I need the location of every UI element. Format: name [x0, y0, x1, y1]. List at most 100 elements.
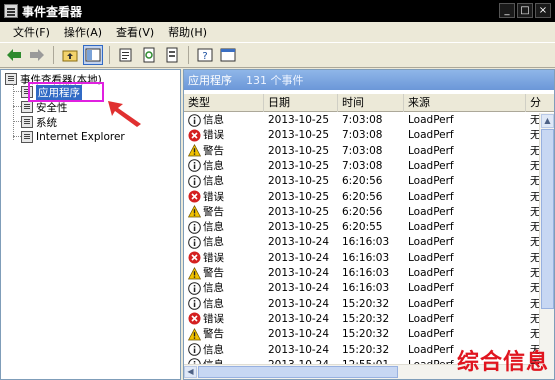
cell-type: 错误 — [188, 312, 224, 327]
show-tree-icon[interactable] — [83, 45, 103, 65]
tree-item-security[interactable]: 安全性 — [21, 100, 68, 114]
table-row[interactable]: 错误 2013-10-25 6:20:56 LoadPerf 无 — [184, 190, 541, 205]
properties-icon[interactable] — [116, 45, 136, 65]
cell-source: LoadPerf — [408, 328, 454, 341]
cell-type-label: 信息 — [203, 114, 224, 126]
table-row[interactable]: 信息 2013-10-24 15:20:32 LoadPerf 无 — [184, 297, 541, 312]
help-icon[interactable]: ? — [195, 45, 215, 65]
cell-time: 7:03:08 — [342, 114, 383, 126]
cell-source: LoadPerf — [408, 251, 454, 264]
cell-type: 警告 — [188, 205, 224, 220]
scrollbar-thumb[interactable] — [198, 366, 398, 378]
menu-file[interactable]: 文件(F) — [6, 24, 57, 40]
cell-type-label: 信息 — [203, 236, 224, 249]
up-folder-icon[interactable] — [60, 45, 80, 65]
tree-line — [13, 121, 21, 122]
cell-source: LoadPerf — [408, 144, 454, 157]
cell-type-label: 信息 — [203, 282, 224, 295]
cell-time: 15:20:32 — [342, 343, 390, 356]
forward-arrow-icon[interactable] — [27, 45, 47, 65]
cell-time: 6:20:55 — [342, 221, 383, 234]
cell-type: 错误 — [188, 251, 224, 266]
cell-source: LoadPerf — [408, 236, 454, 249]
cell-date: 2013-10-24 — [268, 236, 330, 249]
cell-source: LoadPerf — [408, 129, 454, 142]
warning-icon — [188, 144, 203, 157]
cell-source: LoadPerf — [408, 312, 454, 325]
toolbar-separator — [109, 46, 110, 64]
cell-time: 15:20:32 — [342, 328, 390, 341]
svg-text:?: ? — [202, 51, 207, 62]
menu-help[interactable]: 帮助(H) — [161, 24, 214, 40]
cell-time: 7:03:08 — [342, 144, 383, 157]
menu-action[interactable]: 操作(A) — [57, 24, 109, 40]
cell-time: 16:16:03 — [342, 282, 390, 295]
table-row[interactable]: 警告 2013-10-24 15:20:32 LoadPerf 无 — [184, 327, 541, 342]
cell-type-label: 错误 — [203, 129, 224, 142]
tree-item-system[interactable]: 系统 — [21, 115, 57, 129]
table-row[interactable]: 信息 2013-10-24 16:16:03 LoadPerf 无 — [184, 235, 541, 250]
column-time[interactable]: 时间 — [338, 94, 404, 112]
cell-source: LoadPerf — [408, 343, 454, 356]
cell-date: 2013-10-24 — [268, 251, 330, 264]
table-row[interactable]: 信息 2013-10-25 7:03:08 LoadPerf 无 — [184, 113, 541, 128]
table-row[interactable]: 信息 2013-10-25 7:03:08 LoadPerf 无 — [184, 159, 541, 174]
back-arrow-icon[interactable] — [4, 45, 24, 65]
toolbar-separator — [188, 46, 189, 64]
table-row[interactable]: 错误 2013-10-24 16:16:03 LoadPerf 无 — [184, 251, 541, 266]
table-row[interactable]: 错误 2013-10-24 15:20:32 LoadPerf 无 — [184, 312, 541, 327]
scroll-up-icon[interactable]: ▲ — [541, 114, 554, 128]
cell-type: 信息 — [188, 281, 224, 296]
table-row[interactable]: 警告 2013-10-24 16:16:03 LoadPerf 无 — [184, 266, 541, 281]
cell-type-label: 错误 — [203, 312, 224, 325]
column-date[interactable]: 日期 — [264, 94, 338, 112]
cell-type-label: 信息 — [203, 175, 224, 188]
scrollbar-thumb[interactable] — [541, 129, 554, 309]
column-category[interactable]: 分 — [526, 94, 554, 112]
table-row[interactable]: 信息 2013-10-24 16:16:03 LoadPerf 无 — [184, 281, 541, 296]
title-bar: 事件查看器 _ □ × — [0, 0, 555, 22]
cell-type-label: 信息 — [203, 297, 224, 310]
table-row[interactable]: 信息 2013-10-25 6:20:56 LoadPerf 无 — [184, 174, 541, 189]
maximize-button[interactable]: □ — [517, 3, 533, 18]
minimize-button[interactable]: _ — [499, 3, 515, 18]
column-type[interactable]: 类型 — [184, 94, 264, 112]
menu-view[interactable]: 查看(V) — [109, 24, 161, 40]
cell-source: LoadPerf — [408, 159, 454, 172]
cell-type: 信息 — [188, 297, 224, 312]
event-count: 131 个事件 — [246, 74, 304, 87]
cell-type-label: 警告 — [203, 144, 224, 157]
cell-time: 7:03:08 — [342, 159, 383, 172]
tree-item-label: 系统 — [36, 116, 57, 129]
panel-title: 应用程序 — [188, 74, 232, 87]
table-row[interactable]: 警告 2013-10-25 6:20:56 LoadPerf 无 — [184, 205, 541, 220]
console-icon[interactable] — [218, 45, 238, 65]
vertical-scrollbar[interactable]: ▲ — [539, 113, 554, 379]
info-icon — [188, 343, 203, 356]
panel-header: 应用程序 131 个事件 — [184, 70, 554, 90]
scroll-left-icon[interactable]: ◀ — [184, 366, 197, 378]
table-row[interactable]: 警告 2013-10-25 7:03:08 LoadPerf 无 — [184, 144, 541, 159]
cell-type-label: 信息 — [203, 343, 224, 356]
cell-type: 信息 — [188, 159, 224, 174]
info-icon — [188, 113, 203, 127]
error-icon — [188, 312, 203, 325]
menu-bar: 文件(F) 操作(A) 查看(V) 帮助(H) — [0, 22, 555, 42]
tree-item-internet-explorer[interactable]: Internet Explorer — [21, 130, 125, 144]
export-list-icon[interactable] — [162, 45, 182, 65]
table-row[interactable]: 信息 2013-10-25 6:20:55 LoadPerf 无 — [184, 220, 541, 235]
annotation-highlight-box — [28, 82, 104, 102]
cell-type: 信息 — [188, 220, 224, 235]
cell-date: 2013-10-25 — [268, 175, 330, 188]
cell-source: LoadPerf — [408, 267, 454, 279]
cell-type: 信息 — [188, 113, 224, 128]
close-button[interactable]: × — [535, 3, 551, 18]
cell-type: 信息 — [188, 235, 224, 250]
cell-type-label: 错误 — [203, 251, 224, 264]
column-source[interactable]: 来源 — [404, 94, 526, 112]
cell-type: 错误 — [188, 128, 224, 143]
table-row[interactable]: 错误 2013-10-25 7:03:08 LoadPerf 无 — [184, 128, 541, 143]
cell-time: 16:16:03 — [342, 236, 390, 249]
refresh-icon[interactable] — [139, 45, 159, 65]
cell-time: 15:20:32 — [342, 312, 390, 325]
